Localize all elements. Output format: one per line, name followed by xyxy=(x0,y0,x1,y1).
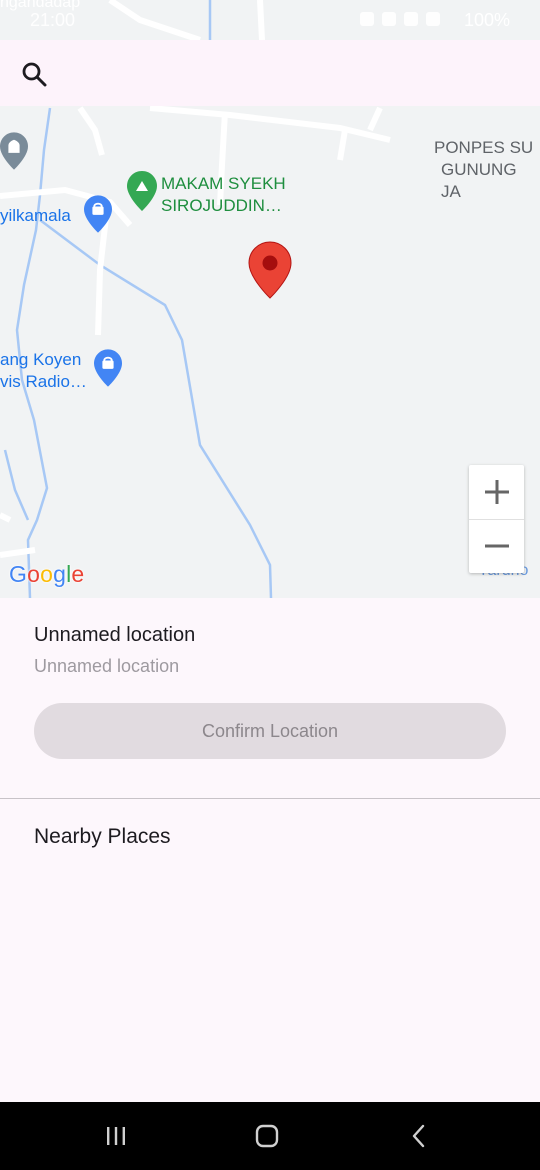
poi-line: MAKAM SYEKH xyxy=(161,174,286,193)
status-icons xyxy=(360,12,440,26)
poi-label-ponpes[interactable]: PONPES SU GUNUNG JA xyxy=(434,137,540,203)
zoom-controls xyxy=(469,465,524,573)
location-title: Unnamed location xyxy=(34,624,196,646)
mosque-pin-icon[interactable] xyxy=(0,132,28,170)
poi-label-yilkamala[interactable]: yilkamala xyxy=(0,205,71,227)
recents-button[interactable] xyxy=(96,1120,136,1152)
home-icon xyxy=(255,1124,279,1148)
back-icon xyxy=(412,1124,425,1148)
confirm-location-button[interactable]: Confirm Location xyxy=(34,703,506,759)
recents-icon xyxy=(107,1127,125,1145)
top-app-bar xyxy=(0,40,540,106)
poi-line: GUNUNG JA xyxy=(441,160,517,201)
cemetery-pin-icon[interactable] xyxy=(127,171,157,211)
poi-line: vis Radio… xyxy=(0,372,87,391)
zoom-out-button[interactable] xyxy=(469,519,524,573)
poi-line: yilkamala xyxy=(0,206,71,225)
shopping-pin-icon[interactable] xyxy=(84,195,112,233)
location-subtitle: Unnamed location xyxy=(34,656,180,676)
poi-line: SIROJUDDIN… xyxy=(161,196,282,215)
shopping-pin-icon[interactable] xyxy=(94,349,122,387)
mute-icon xyxy=(382,12,396,26)
home-button[interactable] xyxy=(247,1120,287,1152)
plus-icon xyxy=(484,480,509,504)
search-icon xyxy=(22,62,47,87)
alarm-icon xyxy=(360,12,374,26)
system-navigation-bar xyxy=(0,1102,540,1170)
confirm-location-label: Confirm Location xyxy=(201,720,339,741)
nearby-places-heading: Nearby Places xyxy=(34,825,171,848)
poi-label-koyen[interactable]: ang Koyen vis Radio… xyxy=(0,349,87,393)
back-button[interactable] xyxy=(399,1120,439,1152)
status-bar: 21:00 100% xyxy=(0,0,540,40)
poi-line: ang Koyen xyxy=(0,350,82,369)
wifi-icon xyxy=(404,12,418,26)
section-divider xyxy=(0,798,540,799)
battery-level: 100% xyxy=(463,10,510,30)
google-logo: Google xyxy=(9,561,85,587)
location-marker-icon[interactable] xyxy=(248,241,292,299)
poi-line: PONPES SU xyxy=(434,138,534,157)
zoom-in-button[interactable] xyxy=(469,465,524,519)
status-time: 21:00 xyxy=(30,10,76,30)
poi-label-makam[interactable]: MAKAM SYEKH SIROJUDDIN… xyxy=(161,173,286,217)
minus-icon xyxy=(484,544,509,548)
search-button[interactable] xyxy=(14,54,54,94)
signal-icon xyxy=(426,12,440,26)
